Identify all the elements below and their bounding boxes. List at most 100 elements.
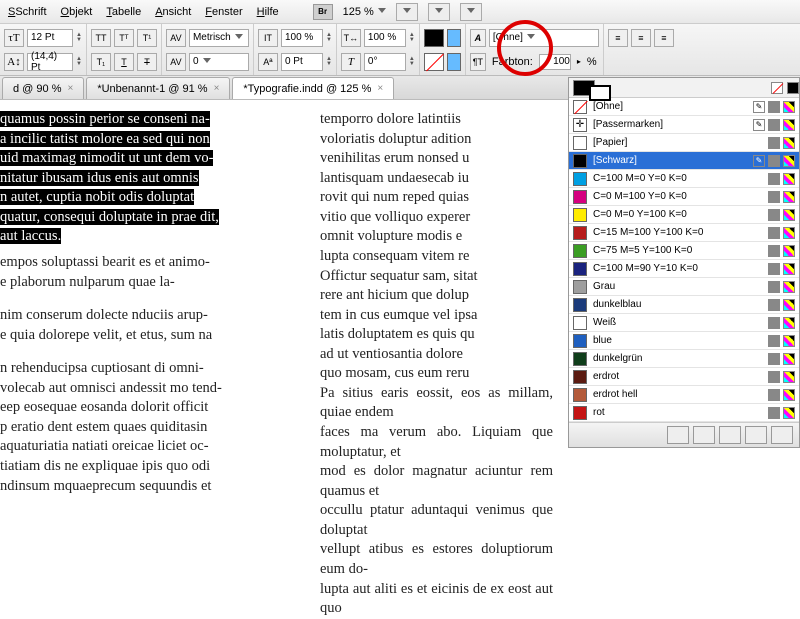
formatting-container-icon[interactable] [787, 82, 799, 94]
colortype-icon [768, 299, 780, 311]
text-column-1[interactable]: quamus possin perior se conseni na- a in… [0, 100, 320, 600]
swatch-row[interactable]: C=15 M=100 Y=100 K=0 [569, 224, 799, 242]
swatch-name: C=100 M=0 Y=0 K=0 [593, 173, 762, 184]
show-color-button[interactable] [693, 426, 715, 444]
font-size-stepper[interactable]: ▲▼ [76, 33, 82, 43]
close-icon[interactable]: × [214, 83, 220, 94]
skew-input[interactable]: 0° [364, 53, 406, 71]
swatch-chip [573, 172, 587, 186]
swatch-row[interactable]: [Passermarken]✎ [569, 116, 799, 134]
colortype-icon [768, 119, 780, 131]
menu-tabelle[interactable]: Tabelle [106, 6, 141, 18]
superscript-button[interactable]: T¹ [137, 29, 157, 47]
menu-hilfe[interactable]: Hilfe [257, 6, 279, 18]
smallcaps-button[interactable]: Tᵀ [114, 29, 134, 47]
align-left-button[interactable]: ≡ [608, 29, 628, 47]
swatch-row[interactable]: [Ohne]✎ [569, 98, 799, 116]
swatch-row[interactable]: rot [569, 404, 799, 422]
swatch-name: C=15 M=100 Y=100 K=0 [593, 227, 762, 238]
subscript-button[interactable]: T₁ [91, 53, 111, 71]
close-icon[interactable]: × [67, 83, 73, 94]
colortype-icon [768, 263, 780, 275]
show-gradient-button[interactable] [719, 426, 741, 444]
lang-icon: ¶T [470, 53, 486, 71]
colortype-icon [768, 209, 780, 221]
text-column-2[interactable]: temporro dolore latintiis voloriatis dol… [320, 100, 565, 600]
swatch-row[interactable]: C=0 M=100 Y=0 K=0 [569, 188, 799, 206]
swatch-row[interactable]: C=100 M=0 Y=0 K=0 [569, 170, 799, 188]
bridge-icon[interactable]: Br [313, 4, 333, 20]
colortype-icon [768, 101, 780, 113]
allcaps-button[interactable]: TT [91, 29, 111, 47]
menu-fenster[interactable]: Fenster [205, 6, 242, 18]
swatch-row[interactable]: Weiß [569, 314, 799, 332]
close-icon[interactable]: × [377, 83, 383, 94]
swatch-row[interactable]: dunkelgrün [569, 350, 799, 368]
colormode-icon [783, 263, 795, 275]
swatch-list[interactable]: [Ohne]✎[Passermarken]✎[Papier][Schwarz]✎… [569, 98, 799, 423]
colortype-icon [768, 155, 780, 167]
menu-objekt[interactable]: Objekt [61, 6, 93, 18]
colortype-icon [768, 227, 780, 239]
font-size-icon: τT [4, 29, 24, 47]
delete-swatch-button[interactable] [771, 426, 793, 444]
swatch-row[interactable]: erdrot [569, 368, 799, 386]
font-size-input[interactable]: 12 Pt [27, 29, 73, 47]
swatch-row[interactable]: [Schwarz]✎ [569, 152, 799, 170]
vscale-input[interactable]: 100 % [281, 29, 323, 47]
tint-arrow[interactable]: ▸ [577, 57, 581, 66]
swatch-row[interactable]: C=100 M=90 Y=10 K=0 [569, 260, 799, 278]
swatch-row[interactable]: Grau [569, 278, 799, 296]
stroke-color-arrow[interactable] [447, 53, 461, 71]
swatch-name: blue [593, 335, 762, 346]
align-center-button[interactable]: ≡ [631, 29, 651, 47]
baseline-input[interactable]: 0 Pt [281, 53, 323, 71]
arrange-icon[interactable] [428, 3, 450, 21]
swatch-row[interactable]: C=75 M=5 Y=100 K=0 [569, 242, 799, 260]
swatch-row[interactable]: blue [569, 332, 799, 350]
colormode-icon [783, 245, 795, 257]
menu-ansicht[interactable]: Ansicht [155, 6, 191, 18]
workspace-icon[interactable] [460, 3, 482, 21]
menu-schrift[interactable]: SSchrift [8, 6, 47, 18]
tab-doc-0[interactable]: d @ 90 %× [2, 77, 84, 99]
swatch-row[interactable]: erdrot hell [569, 386, 799, 404]
strikethrough-button[interactable]: T [137, 53, 157, 71]
swatch-row[interactable]: [Papier] [569, 134, 799, 152]
stroke-proxy[interactable] [589, 85, 611, 101]
colortype-icon [768, 407, 780, 419]
stroke-color-button[interactable] [424, 53, 444, 71]
screen-mode-icon[interactable] [396, 3, 418, 21]
align-right-button[interactable]: ≡ [654, 29, 674, 47]
tint-input[interactable] [539, 54, 571, 70]
show-all-button[interactable] [667, 426, 689, 444]
leading-input[interactable]: (14,4) Pt [27, 53, 73, 71]
swatch-name: erdrot [593, 371, 762, 382]
swatch-name: erdrot hell [593, 389, 762, 400]
swatch-chip [573, 370, 587, 384]
swatch-fill-stroke[interactable] [569, 78, 799, 98]
tab-doc-1[interactable]: *Unbenannt-1 @ 91 %× [86, 77, 230, 99]
hscale-input[interactable]: 100 % [364, 29, 406, 47]
tab-doc-2[interactable]: *Typografie.indd @ 125 %× [232, 77, 394, 99]
new-swatch-button[interactable] [745, 426, 767, 444]
kerning-select[interactable]: Metrisch [189, 29, 249, 47]
swatch-footer [569, 423, 799, 447]
leading-icon: A↕ [4, 53, 24, 71]
underline-button[interactable]: T [114, 53, 134, 71]
formatting-text-icon[interactable] [771, 82, 783, 94]
menubar: SSchrift Objekt Tabelle Ansicht Fenster … [0, 0, 800, 24]
colormode-icon [783, 101, 795, 113]
swatch-row[interactable]: C=0 M=0 Y=100 K=0 [569, 206, 799, 224]
fill-color-button[interactable] [424, 29, 444, 47]
colortype-icon [768, 317, 780, 329]
charstyle-select[interactable]: [Ohne] [489, 29, 599, 47]
colormode-icon [783, 353, 795, 365]
tracking-select[interactable]: 0 [189, 53, 249, 71]
swatch-chip [573, 208, 587, 222]
zoom-select[interactable]: 125 % [343, 6, 386, 18]
leading-stepper[interactable]: ▲▼ [76, 57, 82, 67]
swatch-chip [573, 100, 587, 114]
fill-color-arrow[interactable] [447, 29, 461, 47]
swatch-row[interactable]: dunkelblau [569, 296, 799, 314]
